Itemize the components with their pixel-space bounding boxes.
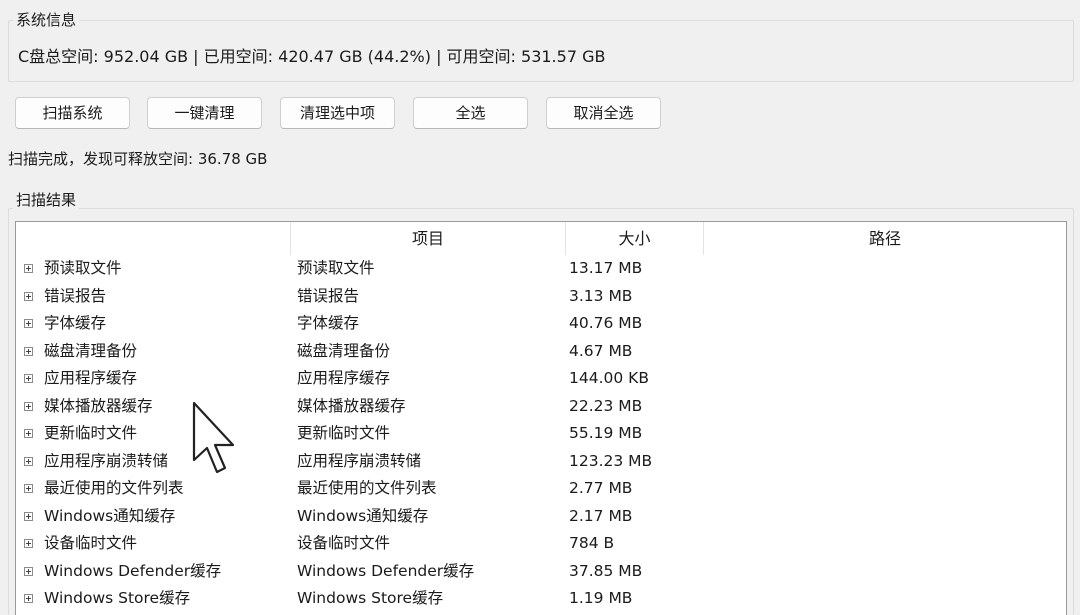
expand-icon[interactable] <box>24 264 33 273</box>
row-size: 4.67 MB <box>569 341 633 360</box>
expand-icon[interactable] <box>24 319 33 328</box>
row-item: Windows Store缓存 <box>297 589 444 607</box>
disk-space-summary: C盘总空间: 952.04 GB | 已用空间: 420.47 GB (44.2… <box>18 47 606 66</box>
expand-icon[interactable] <box>24 594 33 603</box>
table-row[interactable]: 设备临时文件 设备临时文件 784 B <box>16 530 1066 558</box>
row-name: 设备临时文件 <box>44 534 138 552</box>
row-name: Windows通知缓存 <box>44 506 176 525</box>
row-size: 784 B <box>569 534 615 552</box>
select-all-button[interactable]: 全选 <box>413 97 528 129</box>
expand-icon[interactable] <box>24 456 33 466</box>
table-row[interactable]: 更新临时文件 更新临时文件 55.19 MB <box>16 420 1066 448</box>
row-name: Windows Store缓存 <box>44 589 191 607</box>
expand-icon[interactable] <box>24 484 33 493</box>
row-size: 123.23 MB <box>569 451 653 470</box>
row-item: Windows Defender缓存 <box>297 561 475 580</box>
row-item: 字体缓存 <box>297 314 360 332</box>
results-header: 项目 大小 路径 <box>16 222 1066 255</box>
scan-results-title: 扫描结果 <box>13 191 80 209</box>
column-header-size[interactable]: 大小 <box>566 222 704 255</box>
row-size: 55.19 MB <box>569 424 643 442</box>
deselect-all-button[interactable]: 取消全选 <box>546 97 661 129</box>
table-row[interactable]: 最近使用的文件列表 最近使用的文件列表 2.77 MB <box>16 475 1066 503</box>
table-row[interactable]: 错误报告 错误报告 3.13 MB <box>16 283 1066 311</box>
row-item: 媒体播放器缓存 <box>297 396 406 415</box>
row-name: 最近使用的文件列表 <box>44 479 184 497</box>
row-name: 应用程序缓存 <box>44 369 138 387</box>
row-item: 应用程序缓存 <box>297 369 391 387</box>
row-size: 2.77 MB <box>569 479 633 497</box>
table-row[interactable]: 应用程序崩溃转储 应用程序崩溃转储 123.23 MB <box>16 448 1066 476</box>
expand-icon[interactable] <box>24 291 33 301</box>
row-size: 2.17 MB <box>569 506 633 525</box>
row-name: 更新临时文件 <box>44 424 138 442</box>
row-size: 40.76 MB <box>569 314 643 332</box>
scan-system-button[interactable]: 扫描系统 <box>15 97 130 129</box>
table-row[interactable]: Windows Store缓存 Windows Store缓存 1.19 MB <box>16 585 1066 613</box>
expand-icon[interactable] <box>24 374 33 383</box>
table-row[interactable]: Windows Defender缓存 Windows Defender缓存 37.8… <box>16 558 1066 586</box>
clean-selected-button[interactable]: 清理选中项 <box>280 97 395 129</box>
row-size: 37.85 MB <box>569 561 643 580</box>
table-row[interactable]: 字体缓存 字体缓存 40.76 MB <box>16 310 1066 338</box>
row-size: 144.00 KB <box>569 369 649 387</box>
row-item: 应用程序崩溃转储 <box>297 451 422 470</box>
column-header-path[interactable]: 路径 <box>704 222 1066 255</box>
row-name: Windows Defender缓存 <box>44 561 222 580</box>
row-size: 22.23 MB <box>569 396 643 415</box>
row-item: 更新临时文件 <box>297 424 391 442</box>
row-item: Windows通知缓存 <box>297 506 429 525</box>
column-header-item[interactable]: 项目 <box>291 222 566 255</box>
expand-icon[interactable] <box>24 401 33 411</box>
row-size: 13.17 MB <box>569 259 643 277</box>
results-tree-view[interactable]: 项目 大小 路径 预读取文件 预读取文件 13.17 MB 错误报告 错误报告 3.13 … <box>15 221 1067 615</box>
row-name: 应用程序崩溃转储 <box>44 451 169 470</box>
row-item: 设备临时文件 <box>297 534 391 552</box>
row-item: 错误报告 <box>297 286 360 305</box>
row-item: 预读取文件 <box>297 259 375 277</box>
expand-icon[interactable] <box>24 539 33 548</box>
row-item: 磁盘清理备份 <box>297 341 391 360</box>
results-rows: 预读取文件 预读取文件 13.17 MB 错误报告 错误报告 3.13 MB 字体缓存 字体缓… <box>16 255 1066 613</box>
row-name: 预读取文件 <box>44 259 122 277</box>
cleaner-window: 系统信息 C盘总空间: 952.04 GB | 已用空间: 420.47 GB … <box>0 0 1080 615</box>
table-row[interactable]: 媒体播放器缓存 媒体播放器缓存 22.23 MB <box>16 393 1066 421</box>
scan-status-text: 扫描完成，发现可释放空间: 36.78 GB <box>8 150 268 168</box>
row-item: 最近使用的文件列表 <box>297 479 437 497</box>
row-name: 媒体播放器缓存 <box>44 396 153 415</box>
expand-icon[interactable] <box>24 346 33 356</box>
table-row[interactable]: 应用程序缓存 应用程序缓存 144.00 KB <box>16 365 1066 393</box>
row-name: 错误报告 <box>44 286 107 305</box>
expand-icon[interactable] <box>24 429 33 438</box>
row-name: 字体缓存 <box>44 314 107 332</box>
one-click-clean-button[interactable]: 一键清理 <box>147 97 262 129</box>
row-size: 3.13 MB <box>569 286 633 305</box>
column-header-tree[interactable] <box>16 222 291 255</box>
expand-icon[interactable] <box>24 511 33 521</box>
table-row[interactable]: 预读取文件 预读取文件 13.17 MB <box>16 255 1066 283</box>
table-row[interactable]: Windows通知缓存 Windows通知缓存 2.17 MB <box>16 503 1066 531</box>
table-row[interactable]: 磁盘清理备份 磁盘清理备份 4.67 MB <box>16 338 1066 366</box>
row-size: 1.19 MB <box>569 589 633 607</box>
row-name: 磁盘清理备份 <box>44 341 138 360</box>
expand-icon[interactable] <box>24 566 33 576</box>
system-info-title: 系统信息 <box>13 11 80 29</box>
